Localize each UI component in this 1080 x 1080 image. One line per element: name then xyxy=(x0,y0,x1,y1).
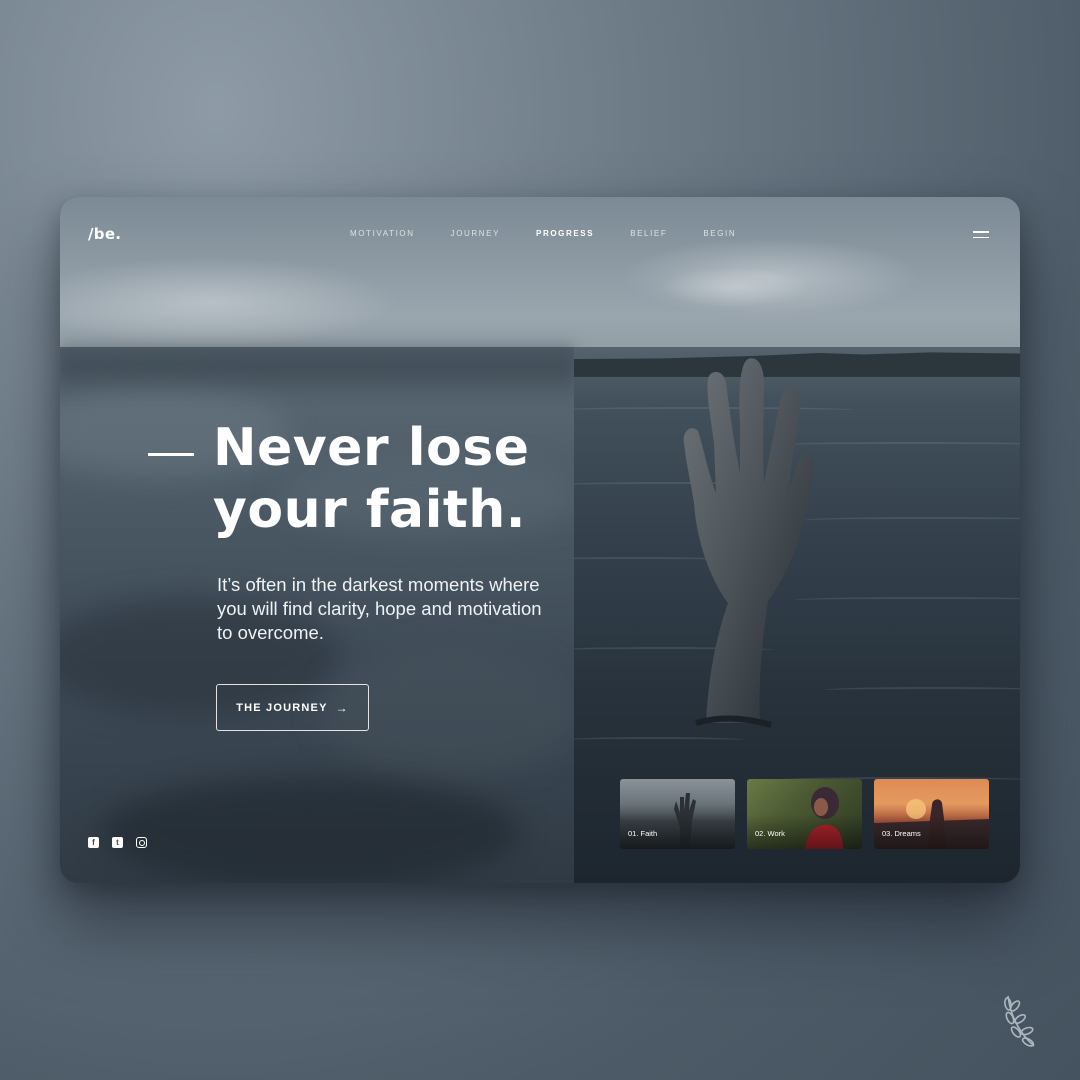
the-journey-button[interactable]: THE JOURNEY → xyxy=(216,684,369,731)
twitter-icon[interactable]: t xyxy=(112,837,123,848)
arrow-right-icon: → xyxy=(335,700,349,715)
nav-item-motivation[interactable]: MOTIVATION xyxy=(350,229,415,238)
social-links: f t xyxy=(88,837,160,848)
headline-line-2: your faith. xyxy=(213,480,527,540)
sunset-thumbnail-image xyxy=(874,799,989,849)
horizon-haze xyxy=(60,337,574,397)
headline-dash xyxy=(148,453,194,456)
brand-logo[interactable]: /be. xyxy=(88,225,121,243)
nav-item-progress[interactable]: PROGRESS xyxy=(536,229,594,238)
story-thumbnails: 01. Faith 02. Work 03. Dreams xyxy=(620,779,1001,849)
hamburger-menu-icon[interactable] xyxy=(973,231,989,240)
hero-headline: Never lose your faith. xyxy=(213,417,553,541)
thumbnail-label: 02. Work xyxy=(755,829,785,838)
thumbnail-work[interactable]: 02. Work xyxy=(747,779,862,849)
hand-thumbnail-image xyxy=(674,793,696,849)
facebook-icon[interactable]: f xyxy=(88,837,99,848)
nav-item-belief[interactable]: BELIEF xyxy=(630,229,667,238)
raised-hand-icon xyxy=(683,358,815,728)
headline-line-1: Never lose xyxy=(213,418,530,478)
nav-item-begin[interactable]: BEGIN xyxy=(703,229,736,238)
hero-subtext: It’s often in the darkest moments where … xyxy=(217,574,542,643)
thumbnail-label: 03. Dreams xyxy=(882,829,921,838)
thumbnail-dreams[interactable]: 03. Dreams xyxy=(874,779,989,849)
cta-label: THE JOURNEY xyxy=(236,701,328,714)
woman-thumbnail-image xyxy=(805,787,843,849)
thumbnail-faith[interactable]: 01. Faith xyxy=(620,779,735,849)
instagram-icon[interactable] xyxy=(136,837,147,848)
laurel-icon xyxy=(1004,995,1035,1047)
main-nav: MOTIVATION JOURNEY PROGRESS BELIEF BEGIN xyxy=(350,229,772,238)
thumbnail-label: 01. Faith xyxy=(628,829,658,838)
nav-item-journey[interactable]: JOURNEY xyxy=(451,229,500,238)
hero-card: /be. MOTIVATION JOURNEY PROGRESS BELIEF … xyxy=(60,197,1020,883)
